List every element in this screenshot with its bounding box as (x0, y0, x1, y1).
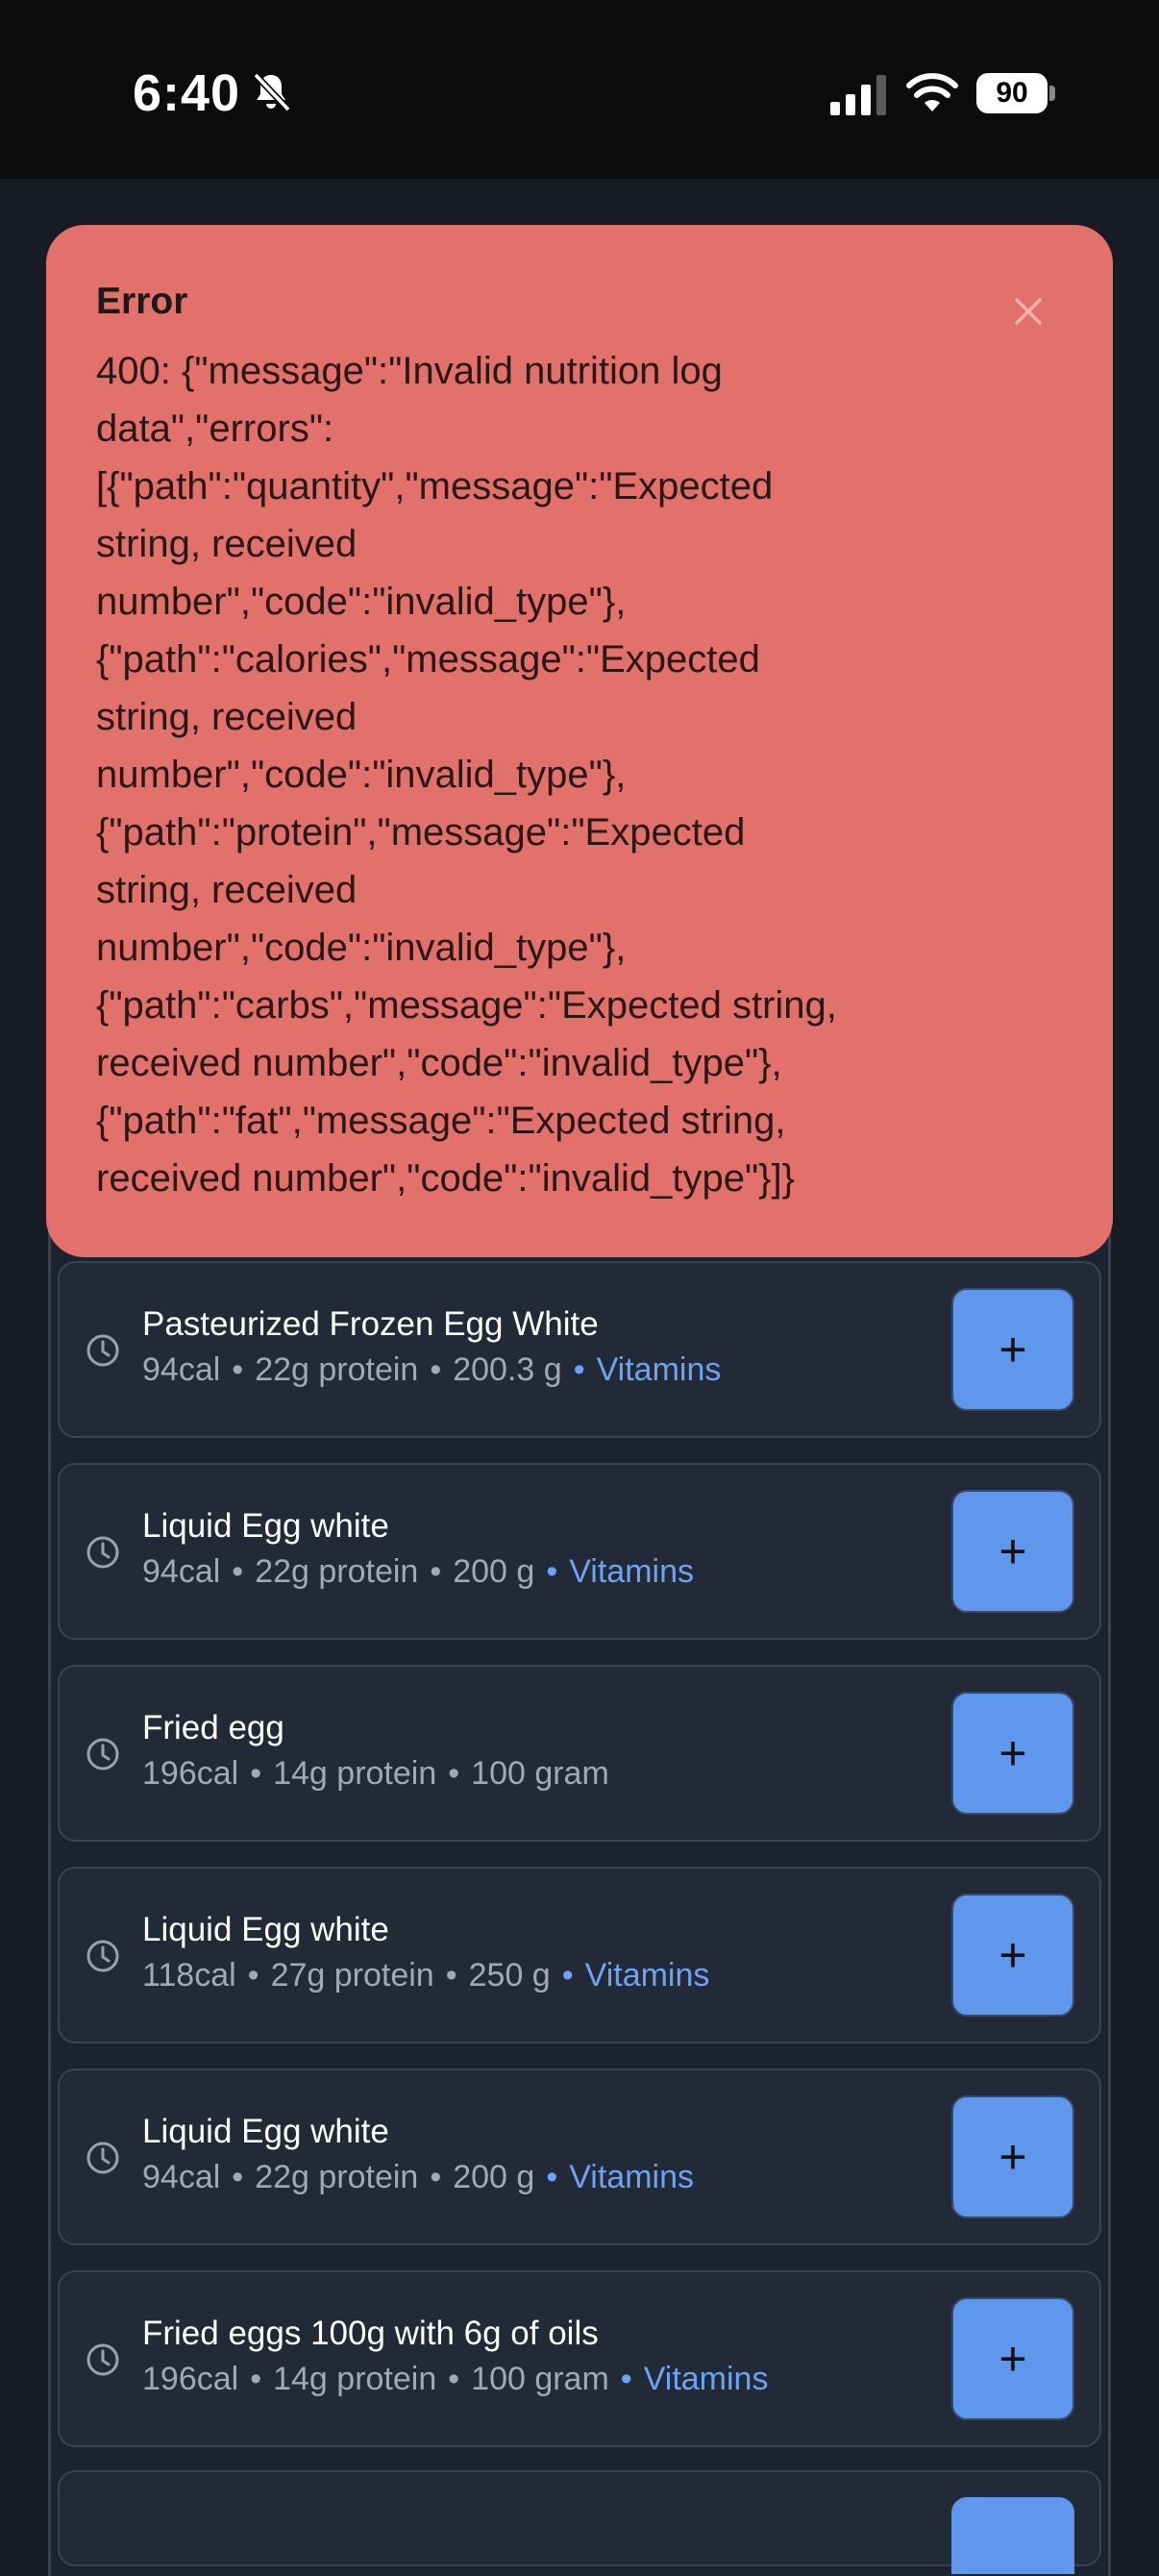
list-item[interactable]: Pasteurized Frozen Egg White 94cal • 22g p… (58, 1261, 1101, 1438)
food-protein: 27g protein (270, 1957, 434, 1994)
food-name: Liquid Egg white (142, 1911, 389, 1948)
list-item[interactable]: Liquid Egg white 94cal • 22g protein • 200 g… (58, 1463, 1101, 1640)
error-message-line: {"path":"fat","message":"Expected string… (96, 1100, 786, 1142)
food-name: Liquid Egg white (142, 2113, 389, 2150)
error-message-line: number","code":"invalid_type"}, (96, 581, 627, 623)
add-food-button[interactable]: + (951, 1490, 1074, 1613)
food-calories: 196cal (142, 2361, 239, 2397)
vitamins-tag[interactable]: Vitamins (569, 2159, 694, 2195)
clock-icon (86, 1536, 119, 1569)
food-calories: 94cal (142, 2159, 221, 2195)
food-amount: 100 gram (471, 1755, 609, 1792)
food-amount: 200 g (453, 2159, 535, 2195)
vitamins-tag[interactable]: Vitamins (644, 2361, 769, 2397)
list-item[interactable]: Liquid Egg white 94cal • 22g protein • 200 g… (58, 2068, 1101, 2245)
food-amount: 100 gram (471, 2361, 609, 2397)
vitamins-tag[interactable]: Vitamins (597, 1351, 722, 1388)
list-item-partial[interactable] (58, 2470, 1101, 2574)
food-amount: 200 g (453, 1553, 535, 1590)
status-time: 6:40 (133, 64, 241, 122)
food-name: Fried eggs 100g with 6g of oils (142, 2315, 599, 2352)
error-message-line: number","code":"invalid_type"}, (96, 927, 627, 969)
error-message-line: received number","code":"invalid_type"}, (96, 1042, 782, 1084)
clock-icon (86, 1334, 119, 1367)
vitamins-tag[interactable]: Vitamins (569, 1553, 694, 1590)
error-message: 400: {"message":"Invalid nutrition log d… (96, 342, 961, 1207)
battery-icon: 90 (976, 73, 1055, 113)
error-message-line: {"path":"carbs","message":"Expected stri… (96, 984, 837, 1027)
food-protein: 14g protein (273, 1755, 437, 1792)
error-message-line: {"path":"protein","message":"Expected (96, 811, 746, 854)
clock-icon (86, 2142, 119, 2174)
food-meta: 94cal • 22g protein • 200 g • Vitamins (142, 1553, 694, 1590)
add-food-button[interactable]: + (951, 1894, 1074, 2017)
food-protein: 22g protein (255, 1553, 419, 1590)
food-name: Pasteurized Frozen Egg White (142, 1305, 599, 1343)
status-bar: 6:40 90 (0, 0, 1159, 179)
error-title: Error (96, 281, 188, 322)
list-item[interactable]: Fried eggs 100g with 6g of oils 196cal • 1… (58, 2270, 1101, 2447)
food-protein: 14g protein (273, 2361, 437, 2397)
error-toast: Error 400: {"message":"Invalid nutrition… (46, 225, 1113, 1257)
food-meta: 94cal • 22g protein • 200 g • Vitamins (142, 2159, 694, 2195)
add-food-button[interactable]: + (951, 2297, 1074, 2420)
list-item[interactable]: Liquid Egg white 118cal • 27g protein • 250 … (58, 1867, 1101, 2043)
food-calories: 94cal (142, 1351, 221, 1388)
food-name: Liquid Egg white (142, 1507, 389, 1545)
error-message-line: {"path":"calories","message":"Expected (96, 638, 760, 681)
add-food-button[interactable]: + (951, 1692, 1074, 1815)
food-meta: 94cal • 22g protein • 200.3 g • Vitamins (142, 1351, 722, 1388)
battery-level: 90 (976, 73, 1048, 113)
error-message-line: string, received (96, 523, 358, 565)
food-calories: 118cal (142, 1957, 236, 1994)
food-meta: 196cal • 14g protein • 100 gram (142, 1755, 609, 1792)
signal-icon (830, 75, 886, 115)
clock-icon (86, 1738, 119, 1771)
error-message-line: data","errors": (96, 408, 334, 450)
food-amount: 200.3 g (453, 1351, 562, 1388)
list-item[interactable]: Fried egg 196cal • 14g protein • 100 gram + (58, 1665, 1101, 1842)
error-message-line: 400: {"message":"Invalid nutrition log (96, 350, 723, 392)
food-protein: 22g protein (255, 2159, 419, 2195)
vitamins-tag[interactable]: Vitamins (585, 1957, 710, 1994)
food-name: Fried egg (142, 1709, 284, 1746)
food-calories: 94cal (142, 1553, 221, 1590)
food-meta: 118cal • 27g protein • 250 g • Vitamins (142, 1957, 710, 1994)
add-food-button[interactable]: + (951, 2095, 1074, 2218)
add-food-button[interactable]: + (951, 1288, 1074, 1411)
clock-icon (86, 1940, 119, 1972)
food-amount: 250 g (468, 1957, 551, 1994)
error-message-line: string, received (96, 696, 358, 738)
wifi-icon (906, 73, 958, 111)
food-calories: 196cal (142, 1755, 239, 1792)
food-meta: 196cal • 14g protein • 100 gram • Vitamins (142, 2361, 769, 2397)
error-message-line: [{"path":"quantity","message":"Expected (96, 465, 774, 508)
error-message-line: received number","code":"invalid_type"}]… (96, 1157, 795, 1200)
close-icon[interactable] (1009, 292, 1048, 331)
clock-icon (86, 2343, 119, 2376)
add-food-button-partial[interactable] (951, 2497, 1074, 2574)
food-protein: 22g protein (255, 1351, 419, 1388)
error-message-line: number","code":"invalid_type"}, (96, 754, 627, 796)
bell-slash-icon (253, 72, 291, 112)
error-message-line: string, received (96, 869, 358, 911)
